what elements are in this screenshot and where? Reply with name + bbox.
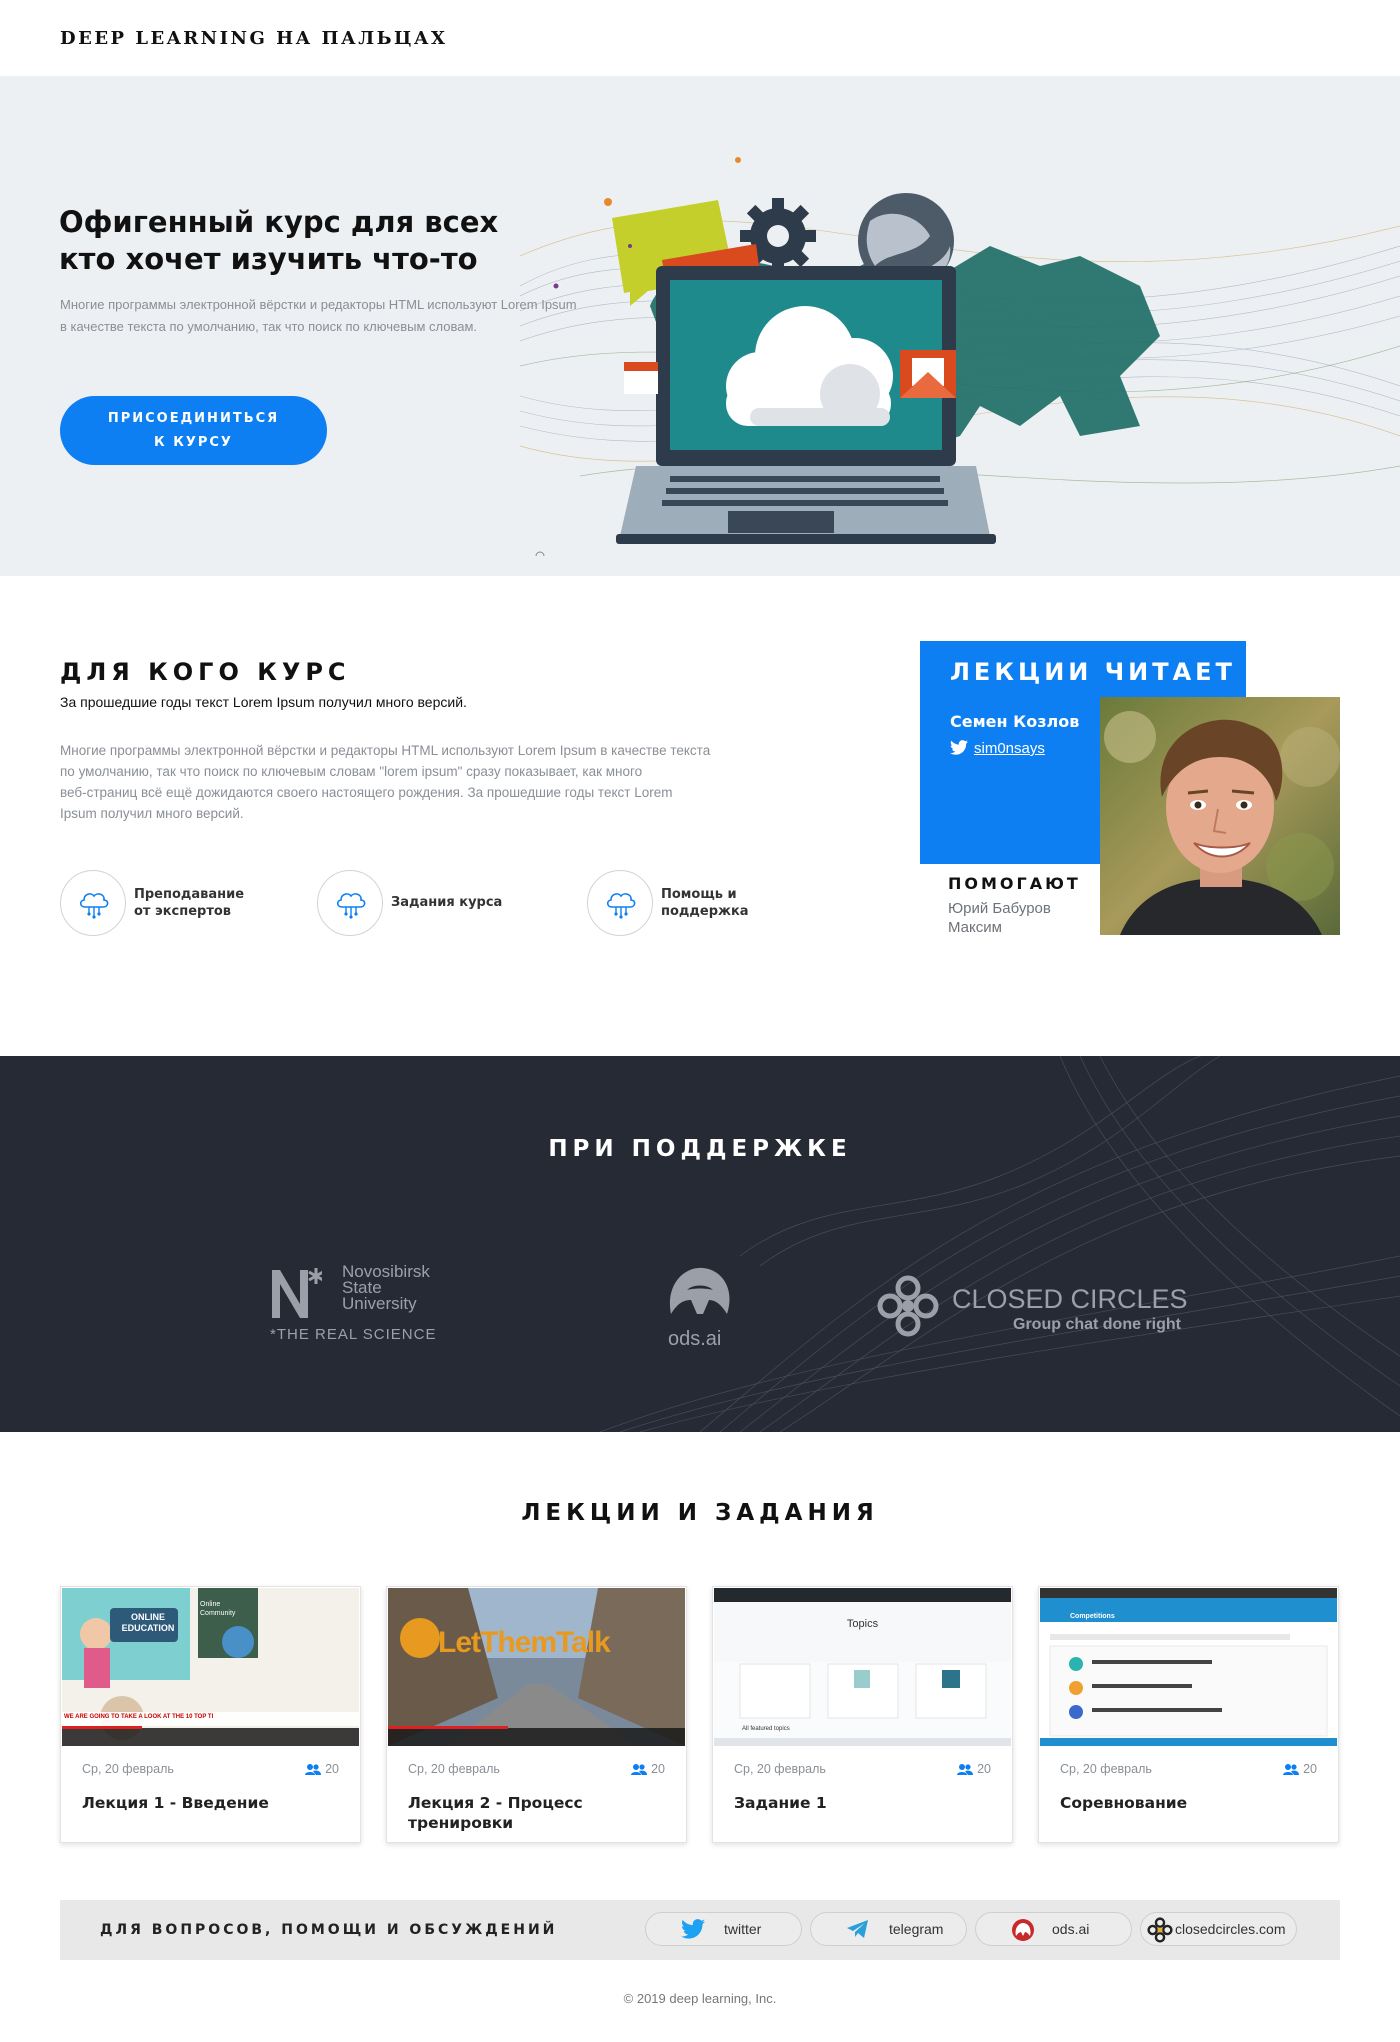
copyright: © 2019 deep learning, Inc. [623,1991,777,2006]
who-text-line: Многие программы электронной вёрстки и р… [60,743,711,758]
feature-circle [60,870,126,936]
thumb-subheading: All featured topics [742,1726,790,1732]
join-course-button-label: К КУРСУ [154,435,233,450]
who-text-line: по умолчанию, так что поиск по ключевым … [60,764,643,779]
helpers-title: ПОМОГАЮТ [948,874,1081,893]
thumb-heading: Topics [846,1618,879,1630]
lecture-attendees: 20 [957,1762,991,1776]
closedcircles-icon [1147,1917,1173,1943]
join-course-button-label: ПРИСОЕДИНИТЬСЯ [107,411,280,426]
ods-icon [1012,1919,1034,1941]
hero-title-line: Офигенный курс для всех [59,205,499,239]
twitter-icon [681,1919,705,1939]
lecture-title: Задание 1 [734,1794,827,1812]
support-section: ПРИ ПОДДЕРЖКЕ Novosibirsk State Universi… [0,1056,1400,1432]
lecture-title: Лекция 1 - Введение [82,1794,269,1812]
ods-logo[interactable]: ods.ai [660,1264,740,1354]
ods-link[interactable]: ods.ai [975,1912,1132,1946]
who-text-line: веб-страниц всё ещё дожидаются своего на… [60,785,673,800]
lecture-card[interactable]: Topics All featured topics Ср, 20 феврал… [712,1586,1013,1843]
support-wave-pattern [599,1056,1400,1432]
top-header: DEEP LEARNING НА ПАЛЬЦАХ [0,0,1400,76]
support-title: ПРИ ПОДДЕРЖКЕ [548,1136,852,1162]
cloud-network-icon [606,893,636,919]
feature-label: Помощь и поддержка [661,887,749,919]
hero-description-line: в качестве текста по умолчанию, так что … [60,319,478,334]
lecturer-name: Семен Козлов [950,712,1080,731]
lecture-card[interactable]: Competitions Ср, 20 февраль 20 Соревнова… [1038,1586,1339,1843]
lecturer-title: ЛЕКЦИИ ЧИТАЕТ [950,658,1236,686]
ods-label: ods.ai [668,1328,722,1350]
hero-title: Офигенный курс для всех кто хочет изучит… [59,204,579,278]
ods-mark-icon [669,1267,730,1314]
lecture-thumbnail: Competitions [1040,1588,1337,1746]
closedcircles-name: CLOSED CIRCLES [952,1284,1188,1314]
thumb-heading: Competitions [1070,1613,1115,1620]
feature-label: Преподавание от экспертов [134,887,245,919]
lecture-thumbnail: LetThemTalk [388,1588,685,1746]
nsu-tagline: *THE REAL SCIENCE [270,1326,437,1343]
lecture-thumbnail: Topics All featured topics [714,1588,1011,1746]
feature-circle [317,870,383,936]
closedcircles-logo[interactable]: CLOSED CIRCLES Group chat done right [876,1274,1196,1344]
lecture-thumbnail: ONLINE EDUCATION Online Community WE ARE… [62,1588,359,1746]
brand-logo[interactable]: DEEP LEARNING НА ПАЛЬЦАХ [60,28,448,49]
hero-description-line: Многие программы электронной вёрстки и р… [60,297,577,312]
helper-name: Максим [948,919,1002,936]
who-section-subtitle: За прошедшие годы текст Lorem Ipsum полу… [60,694,467,710]
hero-description: Многие программы электронной вёрстки и р… [60,294,660,338]
contact-bar: ДЛЯ ВОПРОСОВ, ПОМОЩИ И ОБСУЖДЕНИЙ twitte… [60,1900,1340,1960]
lecture-date: Ср, 20 февраль [1060,1762,1152,1776]
nsu-logo[interactable]: Novosibirsk State University *THE REAL S… [270,1263,470,1344]
closedcircles-tagline: Group chat done right [1013,1316,1181,1333]
cloud-network-icon [336,893,366,919]
lectures-title: ЛЕКЦИИ И ЗАДАНИЯ [521,1500,879,1526]
contact-label: ДЛЯ ВОПРОСОВ, ПОМОЩИ И ОБСУЖДЕНИЙ [100,1922,558,1938]
lecturer-twitter[interactable]: sim0nsays [950,740,1045,757]
users-icon [1283,1764,1300,1775]
hero-section: Офигенный курс для всех кто хочет изучит… [0,76,1400,576]
lecture-title: Лекция 2 - Процесс тренировки [408,1794,583,1832]
lecturer-photo [1100,697,1340,935]
lecture-attendees: 20 [1283,1762,1317,1776]
thumb-caption: WE ARE GOING TO TAKE A LOOK AT THE 10 TO… [64,1714,214,1720]
hero-title-line: кто хочет изучить что-то [59,242,478,276]
feature-label: Задания курса [391,895,503,910]
twitter-icon [950,740,968,755]
lecture-date: Ср, 20 февраль [82,1762,174,1776]
lecture-date: Ср, 20 февраль [734,1762,826,1776]
closedcircles-link-label: closedcircles.com [1175,1921,1286,1937]
hero-illustration [520,157,1400,556]
who-section-text: Многие программы электронной вёрстки и р… [60,740,760,824]
thumb-community-label: Online Community [200,1601,236,1617]
telegram-icon [847,1920,868,1938]
users-icon [305,1764,322,1775]
lecture-card[interactable]: LetThemTalk Ср, 20 февраль 20 Лекция 2 -… [386,1586,687,1843]
lecture-attendees: 20 [631,1762,665,1776]
cloud-network-icon [79,893,109,919]
thumb-overlay-text: LetThemTalk [438,1626,611,1659]
join-course-button[interactable]: ПРИСОЕДИНИТЬСЯ К КУРСУ [60,396,327,465]
lecture-card[interactable]: ONLINE EDUCATION Online Community WE ARE… [60,1586,361,1843]
who-section-title: ДЛЯ КОГО КУРС [60,658,351,686]
twitter-handle-link[interactable]: sim0nsays [974,740,1045,757]
lecture-title: Соревнование [1060,1794,1188,1812]
twitter-link-label: twitter [724,1921,762,1937]
feature-circle [587,870,653,936]
closedcircles-link[interactable]: closedcircles.com [1140,1912,1297,1946]
lecture-date: Ср, 20 февраль [408,1762,500,1776]
closedcircles-mark-icon [877,1275,939,1337]
twitter-link[interactable]: twitter [645,1912,802,1946]
nsu-mark-icon [272,1268,322,1318]
telegram-link[interactable]: telegram [810,1912,967,1946]
thumb-badge: ONLINE EDUCATION [121,1612,175,1633]
who-text-line: Ipsum получил много версий. [60,806,244,821]
users-icon [631,1764,648,1775]
users-icon [957,1764,974,1775]
lecture-attendees: 20 [305,1762,339,1776]
nsu-name-line: University [342,1294,417,1313]
ods-link-label: ods.ai [1052,1921,1090,1937]
telegram-link-label: telegram [889,1921,944,1937]
helper-name: Юрий Бабуров [948,900,1051,917]
